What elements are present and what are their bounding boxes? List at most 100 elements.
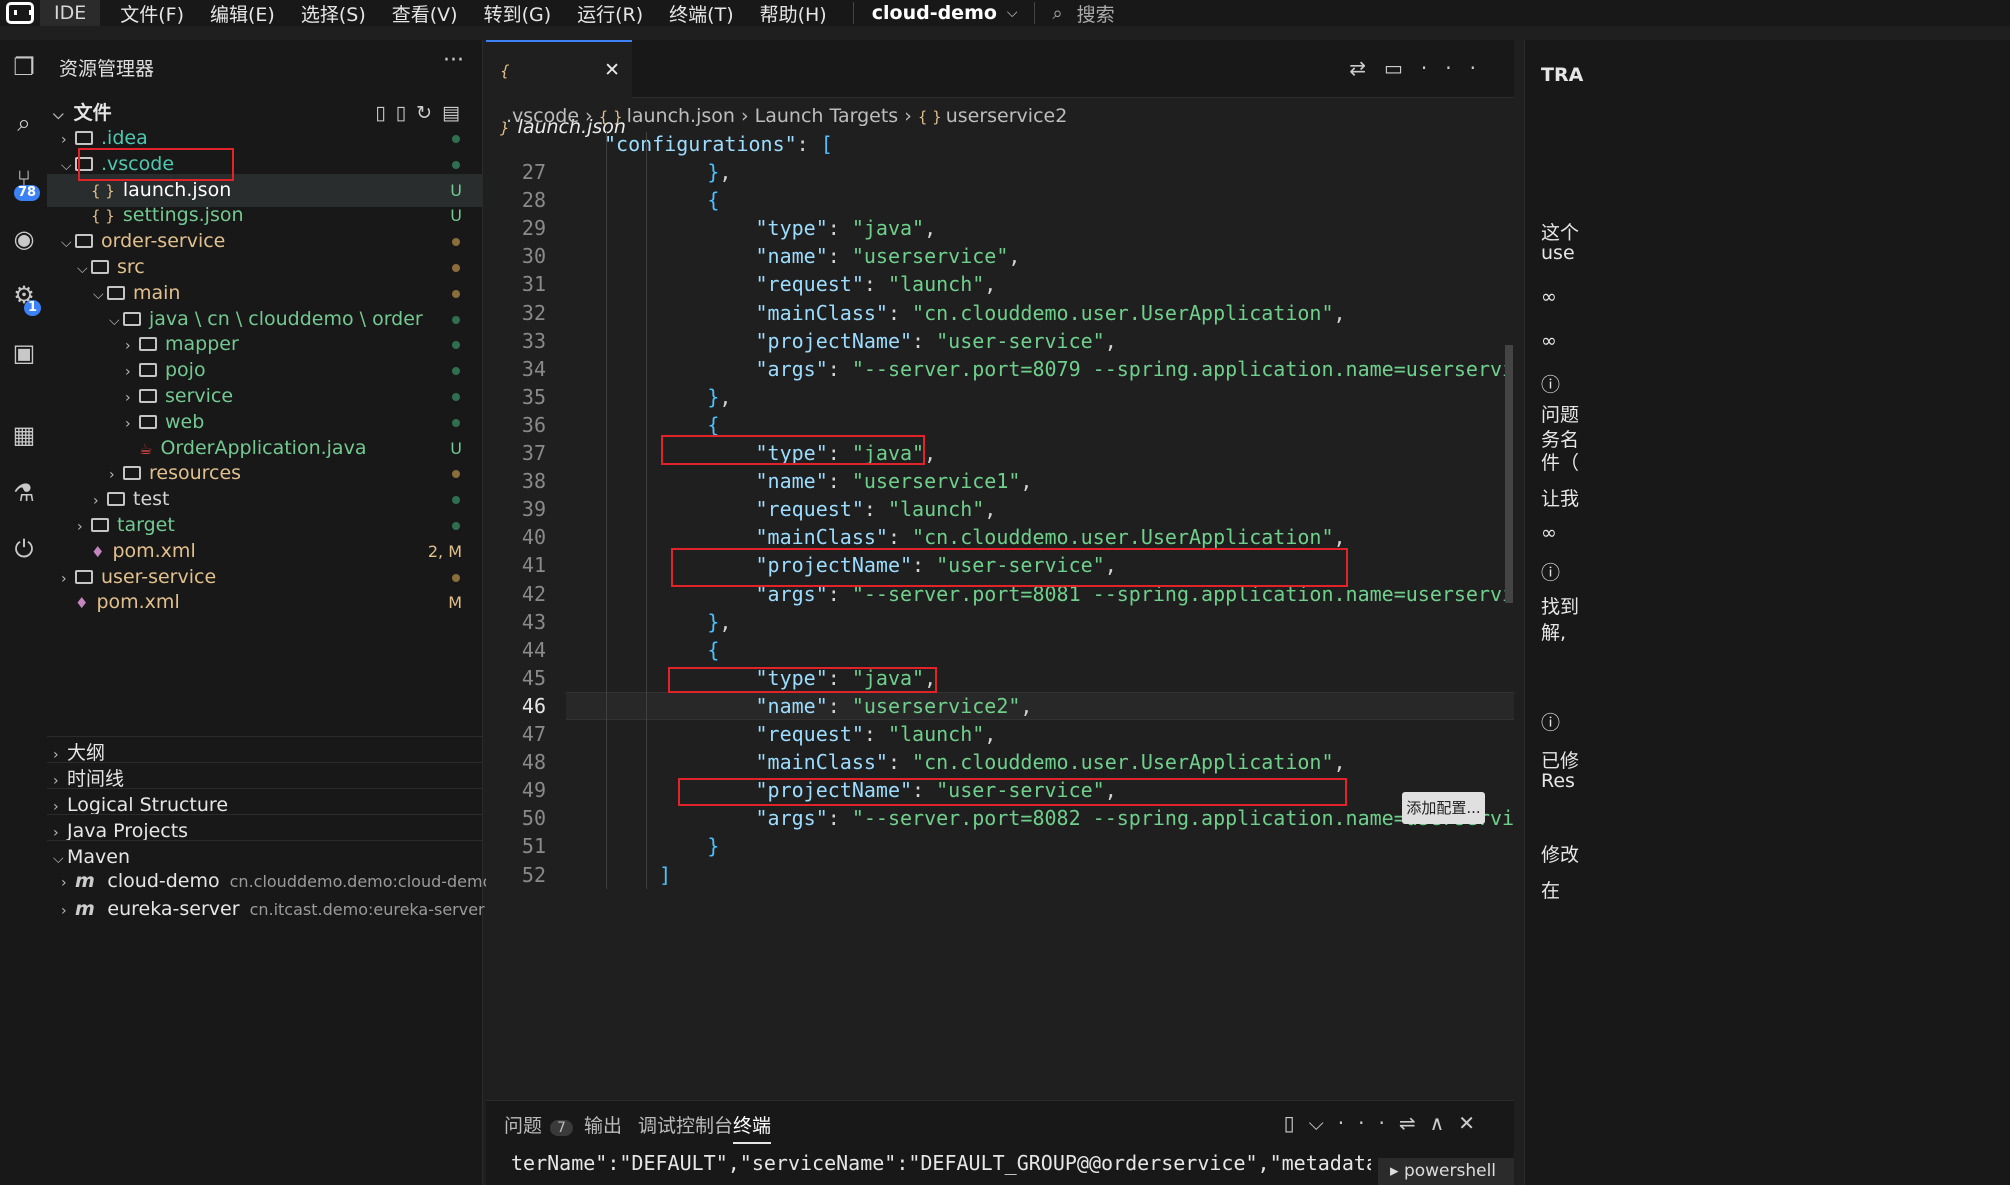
assistant-text: Res [1541,770,1575,792]
project-switcher[interactable]: cloud-demo [872,2,997,24]
line-number: 36 [521,412,546,437]
menu-item[interactable]: 选择(S) [301,0,366,27]
tree-item-label: pom.xml [96,591,180,614]
tab-debug-console[interactable]: 调试控制台 [638,1111,733,1138]
add-configuration-button[interactable]: 添加配置... [1402,792,1485,824]
line-number: 47 [521,722,546,746]
maven-project[interactable]: › m eureka-server cn.itcast.demo:eureka-se… [47,893,485,926]
line-number: 46 [521,693,546,718]
tree-item-label: target [117,514,175,536]
code-line: "request": "launch", [755,722,997,746]
code-line: "mainClass": "cn.clouddemo.user.UserAppl… [755,750,1346,775]
folder-icon [91,518,109,532]
title-bar: IDE 文件(F) 编辑(E) 选择(S) 查看(V) 转到(G) 运行(R) 终端(T) 帮… [0,0,2010,26]
status-dot [452,393,460,401]
line-number: 33 [521,328,546,353]
tab-output[interactable]: 输出 [584,1111,622,1138]
breadcrumb-separator-icon: › [898,105,918,127]
menu-item[interactable]: 转到(G) [484,0,552,27]
status-dot [452,470,460,479]
folder-icon [139,363,157,378]
line-number: 44 [521,637,546,662]
code-line: "projectName": "user-service", [755,328,1117,353]
menu-item[interactable]: 终端(T) [669,0,733,27]
more-icon[interactable]: ··· [443,48,464,73]
search-view-icon[interactable]: ⌕ [9,108,39,138]
tree-item-label: mapper [165,333,239,356]
eye-icon[interactable]: ◉ [9,224,39,254]
assistant-text: 问题 [1541,404,1580,426]
status-dot [452,135,460,143]
code-line: "name": "userservice1", [755,469,1033,494]
terminal-icon: ▸ [1390,1161,1404,1181]
terminal-output[interactable]: terName":"DEFAULT","serviceName":"DEFAUL… [511,1151,1371,1175]
line-number: 28 [521,188,546,213]
assistant-text: ⓘ [1541,562,1561,584]
tab-terminal[interactable]: 终端 [733,1111,772,1144]
code-line: "name": "userservice2", [755,693,1033,718]
extensions-icon[interactable]: ▦ [9,420,39,450]
status-dot [452,418,460,427]
assistant-text: 这个 [1541,222,1580,244]
menu-item[interactable]: 文件(F) [120,0,184,27]
remote-icon[interactable]: ▣ [9,338,39,368]
breadcrumb-separator-icon: › [579,105,599,127]
tree-item-label: pom.xml [112,539,196,562]
highlight-box [78,148,234,181]
line-number: 34 [521,356,546,381]
highlight-box [678,778,1347,806]
close-icon[interactable]: ✕ [604,42,620,98]
assistant-text: ∞ [1541,286,1557,308]
assistant-text: ⓘ [1541,712,1561,734]
breadcrumb-separator-icon: › [734,105,755,127]
tree-item-label: java \ cn \ clouddemo \ order [149,307,423,330]
chevron-down-icon[interactable]: ⌵ [1007,5,1018,21]
assistant-text: 找到 [1541,596,1580,618]
scm-badge: 78 [14,185,41,201]
code-line: { [707,188,720,213]
menu-item[interactable]: 查看(V) [392,0,458,27]
tree-item-label: main [133,281,181,304]
tree-item-label: test [133,488,170,511]
tree-item-label: .idea [101,127,148,149]
line-number: 43 [521,609,546,634]
line-number: 52 [521,862,546,887]
breadcrumb-item[interactable]: Launch Targets [755,105,899,127]
breadcrumb-item[interactable]: userservice2 [946,105,1068,127]
code-view[interactable]: "configurations": [ 27 }, 28 {29 "type": … [486,132,1514,889]
powershell-label: powershell [1403,1161,1497,1181]
tree-item[interactable]: ♦ pom.xml M [47,586,482,619]
panel-actions-icons[interactable]: ▯⌵···⇌∧✕ [1284,1111,1489,1135]
menu-item[interactable]: 运行(R) [577,0,643,27]
menu-item[interactable]: 帮助(H) [760,0,827,27]
line-number: 45 [521,665,546,690]
breadcrumb-item[interactable]: .vscode [506,105,579,127]
search-icon[interactable]: ⌕ [1053,3,1063,24]
terminal-powershell[interactable]: ▸ powershell [1378,1158,1514,1185]
code-line: } [707,834,720,859]
tree-item-label: src [117,256,145,278]
json-file-icon: { } [598,108,623,126]
tab-launch-json[interactable]: { } launch.json ✕ [486,40,632,138]
explorer-icon[interactable]: ❐ [9,52,39,82]
json-file-icon: { } [91,207,115,226]
tab-problems[interactable]: 问题 7 [504,1111,573,1138]
breadcrumb-item[interactable]: launch.json [627,105,735,127]
line-number: 39 [521,497,546,522]
editor-actions-icons[interactable]: ⇄▭··· [1349,56,1494,80]
testing-icon[interactable]: ⚗ [9,478,39,508]
power-icon[interactable]: ⏻ [9,534,39,564]
folder-icon [75,234,93,249]
editor-scrollbar[interactable] [1505,345,1513,603]
xml-file-icon: ♦ [91,542,105,561]
bottom-panel: 问题 7 输出 调试控制台 终端 ▯⌵···⇌∧✕ terName":"DEFAU… [486,1100,1514,1185]
menu-item[interactable]: 编辑(E) [210,0,275,27]
line-number: 42 [521,581,546,606]
line-number: 32 [521,300,546,325]
assistant-text: 件（ [1541,452,1580,474]
code-header-line: "configurations": [ [604,132,833,156]
folder-icon [139,389,157,403]
status-dot [452,573,460,582]
search-input[interactable]: 搜索 [1077,0,1115,27]
code-line: "args": "--server.port=8082 --spring.app… [755,806,1515,831]
